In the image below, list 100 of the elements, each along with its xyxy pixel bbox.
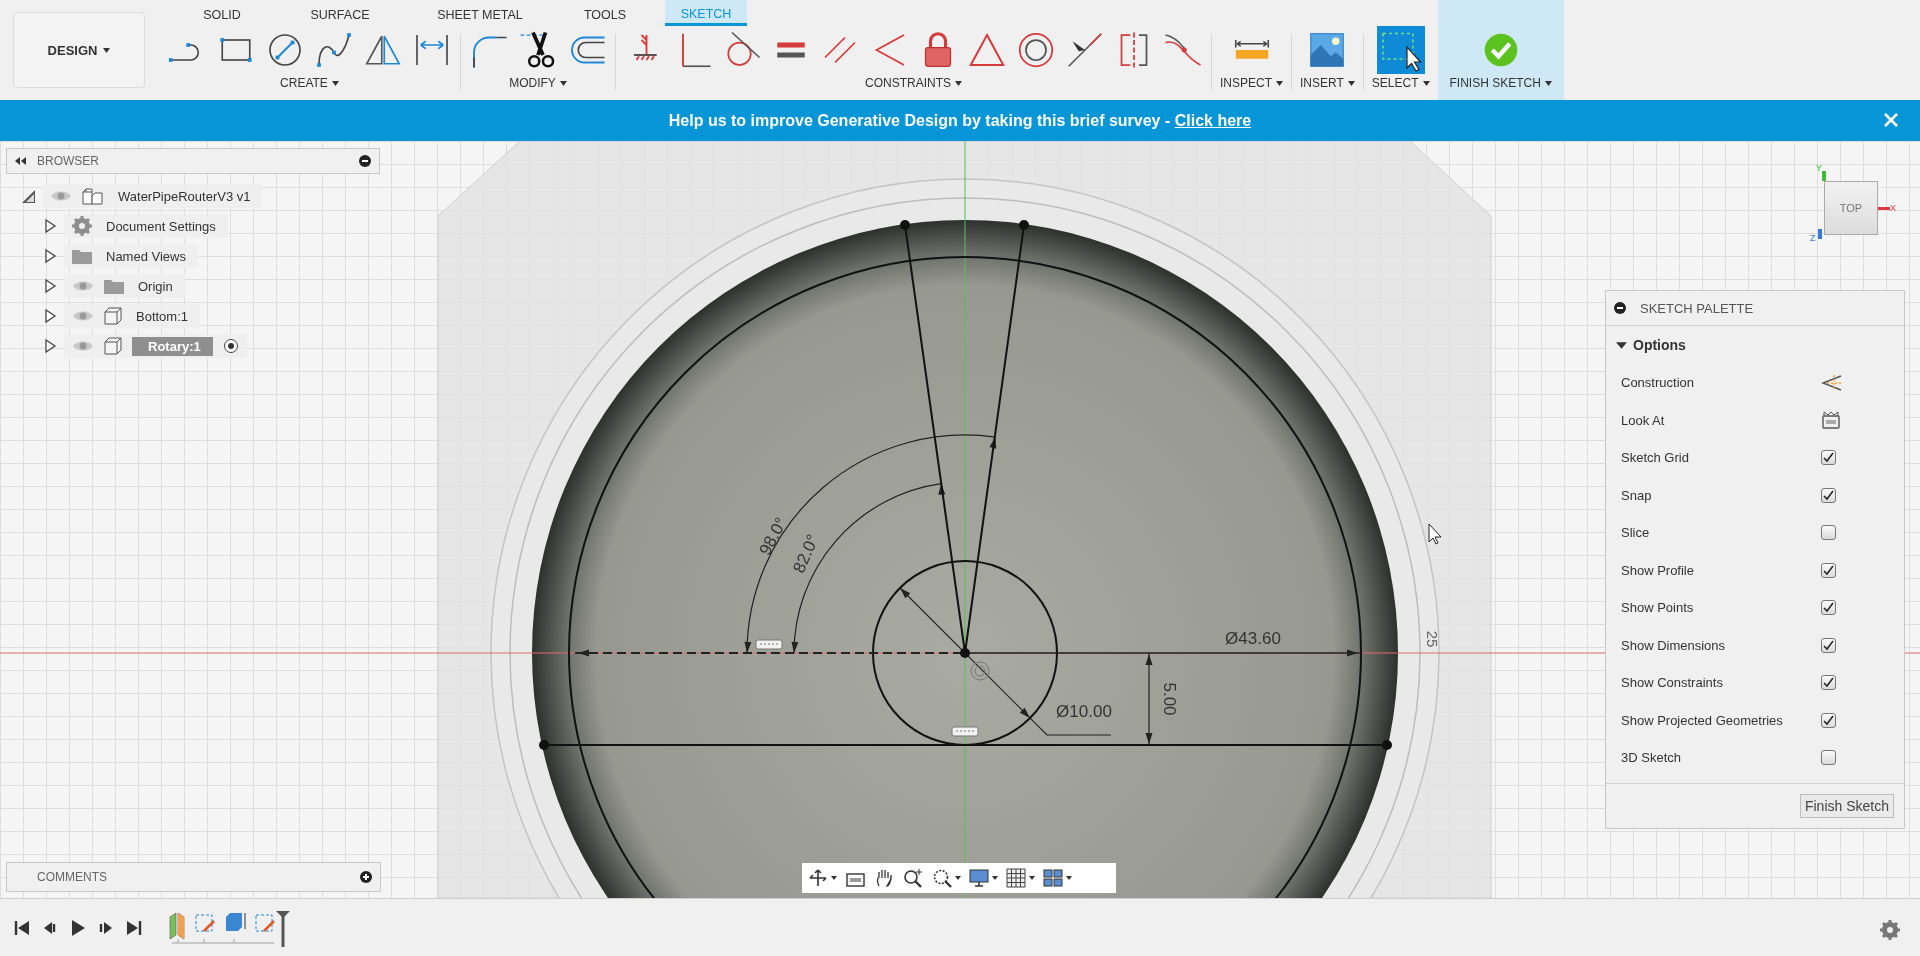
play-icon[interactable]: [70, 918, 86, 937]
expand-icon[interactable]: [42, 278, 58, 294]
body-icon: [104, 337, 122, 355]
option-label: Construction: [1621, 375, 1695, 391]
step-back-icon[interactable]: [42, 919, 58, 936]
checkbox[interactable]: [1821, 675, 1836, 691]
checkbox[interactable]: [1821, 562, 1836, 578]
display-settings-icon[interactable]: [969, 868, 999, 888]
option-label: Show Points: [1621, 600, 1695, 616]
skip-to-end-icon[interactable]: [126, 919, 142, 936]
workspace-menu-button[interactable]: DESIGN: [13, 12, 145, 88]
dimension-text[interactable]: Ø10.00: [1056, 702, 1112, 721]
caret-icon: [1544, 80, 1552, 86]
dimension-text[interactable]: 5.00: [1160, 682, 1179, 716]
minimize-icon[interactable]: [1614, 302, 1626, 314]
view-cube[interactable]: TOP Y X Z: [1810, 163, 1900, 253]
option-label: Slice: [1621, 525, 1651, 541]
midpoint-icon[interactable]: [1065, 30, 1105, 70]
collapse-icon[interactable]: [1616, 339, 1627, 351]
dimension-text[interactable]: 82.0°: [789, 531, 823, 576]
add-icon[interactable]: [360, 871, 372, 883]
caret-icon: [1347, 80, 1355, 86]
skip-to-start-icon[interactable]: [14, 919, 30, 936]
zoom-icon[interactable]: [903, 868, 925, 888]
spline-icon[interactable]: [314, 30, 354, 70]
dimension-text[interactable]: 25: [1424, 630, 1441, 648]
angle-dimension-arc[interactable]: [791, 483, 946, 654]
option-label: Look At: [1621, 412, 1666, 428]
v-shaped-sketch-line[interactable]: [900, 220, 1029, 658]
active-radio-icon[interactable]: [222, 338, 239, 354]
toolbar-group-menu[interactable]: INSPECT: [1220, 76, 1283, 90]
toolbar-group-menu[interactable]: FINISH SKETCH: [1449, 76, 1552, 90]
viewports-icon[interactable]: [1043, 868, 1073, 888]
orbit-icon[interactable]: [808, 868, 838, 888]
checkbox[interactable]: [1821, 750, 1836, 766]
comments-title: COMMENTS: [37, 870, 107, 884]
axis-label: Y: [1816, 163, 1822, 173]
option-label: Show Constraints: [1621, 675, 1724, 691]
banner-message: Help us to improve Generative Design by taking this brief survey - Click here: [668, 111, 1252, 130]
checkbox[interactable]: [1821, 600, 1836, 616]
checkbox[interactable]: [1821, 487, 1836, 503]
caret-icon: [559, 80, 567, 86]
option-label: Show Profile: [1621, 562, 1695, 578]
horizontal-constraint-icon[interactable]: [951, 726, 979, 737]
toolbar-tab[interactable]: SURFACE: [275, 0, 405, 26]
option-label: 3D Sketch: [1621, 750, 1682, 766]
diameter-dimension-line[interactable]: [578, 649, 1361, 657]
horizontal-constraint-icon[interactable]: [755, 639, 783, 650]
view-cube-face[interactable]: TOP: [1824, 181, 1878, 235]
checkbox[interactable]: [1821, 712, 1836, 728]
toolbar-group-menu[interactable]: CONSTRAINTS: [865, 76, 962, 90]
dimension-text[interactable]: Ø43.60: [1225, 629, 1281, 648]
checkbox[interactable]: [1821, 525, 1836, 541]
dimension-text[interactable]: 98.0°: [755, 514, 791, 559]
fit-zoom-icon[interactable]: [932, 868, 962, 888]
sketch-point[interactable]: [539, 740, 549, 750]
option-label: Show Projected Geometries: [1621, 712, 1784, 728]
caret-icon: [1422, 80, 1430, 86]
step-forward-icon[interactable]: [98, 919, 114, 936]
expand-icon[interactable]: [42, 218, 58, 234]
collapse-panel-icon[interactable]: [15, 157, 27, 165]
construction-icon[interactable]: [1821, 373, 1843, 392]
expand-icon[interactable]: [42, 338, 58, 354]
concentric-constraint-icon[interactable]: [970, 661, 990, 681]
option-label: Sketch Grid: [1621, 450, 1690, 466]
caret-icon: [103, 47, 111, 53]
folder-icon: [72, 248, 92, 264]
option-label: Snap: [1621, 487, 1653, 503]
browser-title: BROWSER: [37, 154, 99, 168]
section-title: Options: [1633, 337, 1686, 353]
toolbar-tab[interactable]: SHEET METAL: [415, 0, 545, 26]
checkbox[interactable]: [1821, 450, 1836, 466]
toolbar-group-menu[interactable]: SELECT: [1371, 76, 1430, 90]
component-icon: [82, 186, 104, 206]
angle-dimension-arc[interactable]: [744, 434, 997, 654]
expand-icon[interactable]: [42, 308, 58, 324]
folder-icon: [104, 278, 124, 294]
toolbar-group-menu[interactable]: MODIFY: [509, 76, 567, 90]
caret-icon: [331, 80, 339, 86]
finish-sketch-button[interactable]: Finish Sketch: [1799, 793, 1894, 818]
look-at-icon[interactable]: [1821, 410, 1841, 431]
minimize-icon[interactable]: [359, 155, 371, 167]
select-icon[interactable]: [1376, 26, 1425, 74]
sketch-point[interactable]: [1382, 740, 1392, 750]
close-icon[interactable]: [1884, 113, 1898, 127]
linear-dimension-line[interactable]: [1145, 652, 1153, 746]
toolbar-group-menu[interactable]: CREATE: [280, 76, 339, 90]
toolbar-tab[interactable]: SOLID: [179, 0, 265, 26]
toolbar-group-menu[interactable]: INSERT: [1300, 76, 1355, 90]
option-label: Show Dimensions: [1621, 637, 1727, 653]
sketch-circle[interactable]: [872, 560, 1058, 746]
checkbox[interactable]: [1821, 637, 1836, 653]
grid-icon[interactable]: [1006, 868, 1036, 888]
concentric-icon[interactable]: [1016, 30, 1056, 70]
expand-icon[interactable]: [42, 248, 58, 264]
settings-icon[interactable]: [1880, 920, 1900, 940]
diameter-dimension-line[interactable]: [899, 587, 1112, 736]
collapse-icon[interactable]: [20, 188, 36, 204]
axis-label: Z: [1810, 233, 1816, 243]
toolbar-tab[interactable]: TOOLS: [555, 0, 655, 26]
